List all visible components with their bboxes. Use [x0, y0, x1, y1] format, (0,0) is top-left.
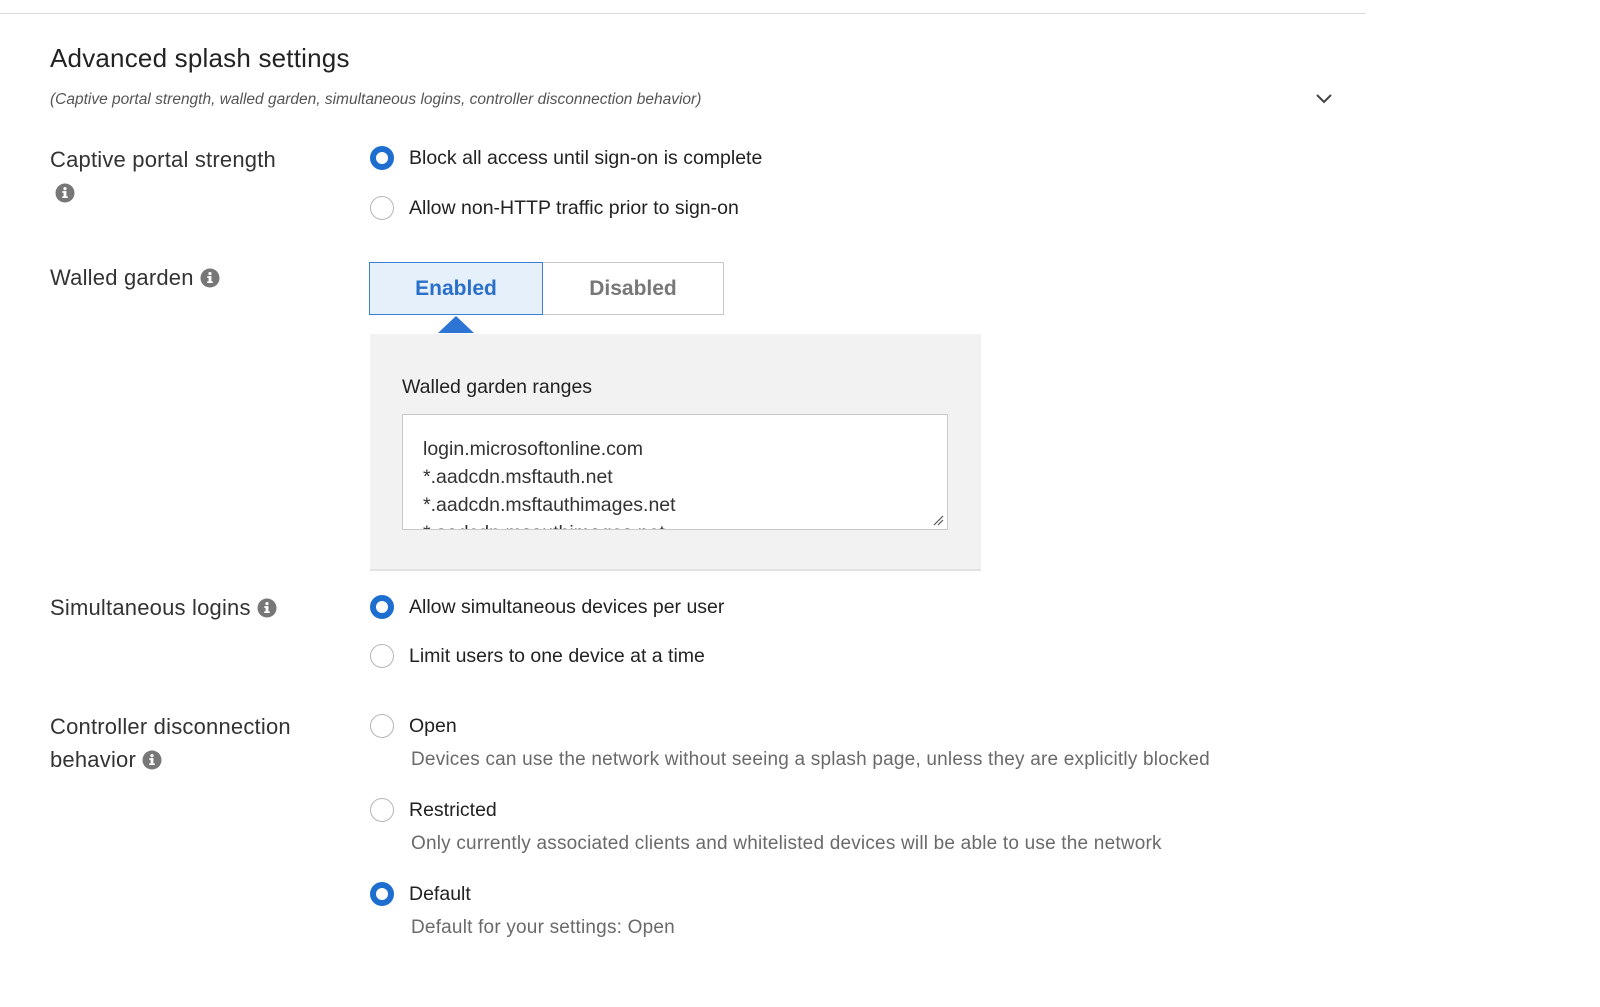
- controller-disconnection-option-default-label: Default: [409, 882, 471, 905]
- walled-garden-range-line: *.aadcdn.msauthimages.net: [423, 519, 947, 529]
- radio-button[interactable]: [370, 644, 394, 668]
- simultaneous-logins-option-limit-label: Limit users to one device at a time: [409, 644, 705, 667]
- controller-disconnection-option-restricted[interactable]: Restricted: [370, 798, 497, 822]
- section-title: Advanced splash settings: [50, 43, 350, 73]
- radio-button-checked[interactable]: [370, 595, 394, 619]
- captive-portal-option-block[interactable]: Block all access until sign-on is comple…: [370, 146, 762, 170]
- radio-button-checked[interactable]: [370, 146, 394, 170]
- radio-button-checked[interactable]: [370, 882, 394, 906]
- controller-disconnection-option-open[interactable]: Open: [370, 714, 457, 738]
- walled-garden-ranges-textarea[interactable]: login.microsoftonline.com *.aadcdn.msfta…: [402, 414, 948, 530]
- captive-portal-option-block-label: Block all access until sign-on is comple…: [409, 146, 763, 169]
- captive-portal-option-allow-non-http-label: Allow non-HTTP traffic prior to sign-on: [409, 196, 739, 219]
- chevron-down-icon: [1316, 94, 1332, 104]
- resize-grip-icon[interactable]: [932, 514, 944, 526]
- controller-disconnection-option-open-label: Open: [409, 714, 457, 737]
- simultaneous-logins-option-limit[interactable]: Limit users to one device at a time: [370, 644, 705, 668]
- radio-button[interactable]: [370, 798, 394, 822]
- simultaneous-logins-option-allow-label: Allow simultaneous devices per user: [409, 595, 725, 618]
- top-divider: [0, 13, 1366, 14]
- simultaneous-logins-option-allow[interactable]: Allow simultaneous devices per user: [370, 595, 724, 619]
- controller-disconnection-option-restricted-description: Only currently associated clients and wh…: [411, 833, 1162, 854]
- captive-portal-label: Captive portal strength: [50, 143, 276, 209]
- radio-button[interactable]: [370, 714, 394, 738]
- simultaneous-logins-label: Simultaneous logins: [50, 591, 277, 624]
- walled-garden-label: Walled garden: [50, 261, 220, 294]
- selection-pointer-icon: [438, 316, 474, 333]
- simultaneous-logins-label-text: Simultaneous logins: [50, 595, 251, 620]
- walled-garden-range-line: *.aadcdn.msftauthimages.net: [423, 494, 676, 516]
- controller-disconnection-option-default[interactable]: Default: [370, 882, 471, 906]
- controller-disconnection-option-restricted-label: Restricted: [409, 798, 497, 821]
- captive-portal-label-text: Captive portal strength: [50, 147, 276, 172]
- walled-garden-label-text: Walled garden: [50, 265, 194, 290]
- walled-garden-panel: Walled garden ranges login.microsoftonli…: [370, 334, 981, 571]
- collapse-toggle-button[interactable]: [1311, 88, 1337, 110]
- info-icon[interactable]: [55, 183, 75, 203]
- info-icon[interactable]: [142, 750, 162, 770]
- walled-garden-toggle: Enabled Disabled: [369, 262, 724, 315]
- controller-disconnection-label-line1: Controller disconnection: [50, 714, 291, 739]
- controller-disconnection-option-open-description: Devices can use the network without seei…: [411, 749, 1210, 770]
- captive-portal-option-allow-non-http[interactable]: Allow non-HTTP traffic prior to sign-on: [370, 196, 739, 220]
- controller-disconnection-option-default-description: Default for your settings: Open: [411, 917, 675, 938]
- radio-button[interactable]: [370, 196, 394, 220]
- walled-garden-enabled-button[interactable]: Enabled: [369, 262, 543, 315]
- section-subtitle: (Captive portal strength, walled garden,…: [50, 91, 702, 108]
- info-icon[interactable]: [200, 268, 220, 288]
- controller-disconnection-label-line2: behavior: [50, 747, 136, 772]
- walled-garden-range-line: login.microsoftonline.com: [423, 438, 644, 460]
- walled-garden-range-line: *.aadcdn.msftauth.net: [423, 466, 613, 488]
- controller-disconnection-label: Controller disconnection behavior: [50, 710, 291, 776]
- walled-garden-ranges-label: Walled garden ranges: [402, 376, 593, 398]
- walled-garden-disabled-button[interactable]: Disabled: [543, 262, 724, 315]
- info-icon[interactable]: [257, 598, 277, 618]
